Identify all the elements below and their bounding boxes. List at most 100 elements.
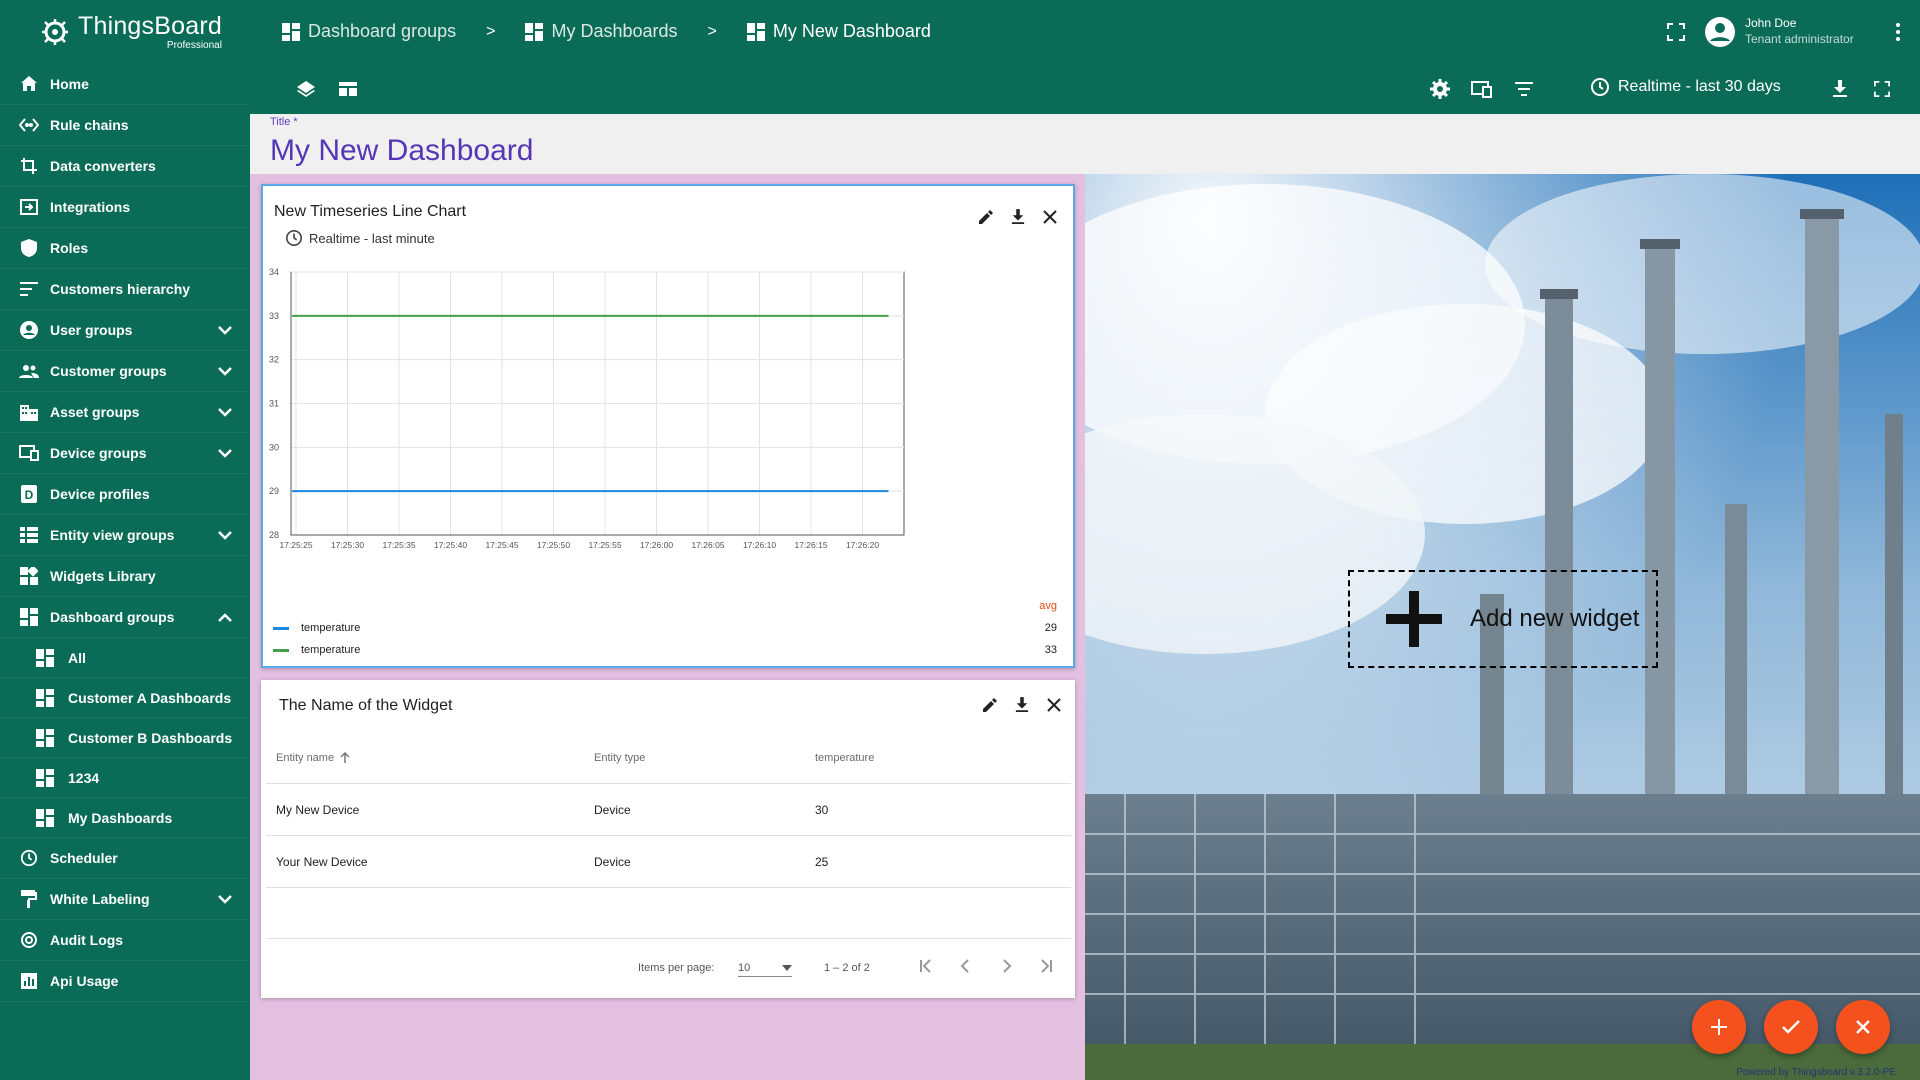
legend-swatch	[273, 648, 289, 652]
title-field[interactable]: Title * My New Dashboard	[250, 114, 1920, 174]
x-tick-label: 17:26:15	[794, 540, 827, 550]
chevron-down-icon[interactable]	[218, 363, 234, 379]
sidebar-item-home[interactable]: Home	[0, 64, 250, 105]
sidebar-item-rule-chains[interactable]: Rule chains	[0, 105, 250, 146]
chevron-down-icon[interactable]	[218, 891, 234, 907]
cancel-fab[interactable]	[1836, 1000, 1890, 1054]
x-tick-label: 17:25:40	[434, 540, 467, 550]
sidebar-item-roles[interactable]: Roles	[0, 228, 250, 269]
sidebar-item-white-labeling[interactable]: White Labeling	[0, 879, 250, 920]
sidebar-item-label: White Labeling	[50, 891, 150, 907]
prev-page-icon[interactable]	[958, 958, 974, 977]
first-page-icon[interactable]	[918, 958, 934, 977]
edit-icon[interactable]	[979, 694, 1001, 716]
more-vert-icon[interactable]	[1886, 20, 1910, 44]
user-role: Tenant administrator	[1745, 32, 1854, 46]
sidebar-item-scheduler[interactable]: Scheduler	[0, 838, 250, 879]
settings-icon[interactable]	[1428, 77, 1452, 101]
layers-icon[interactable]	[294, 77, 318, 101]
sidebar-item-customer-b-dashboards[interactable]: Customer B Dashboards	[0, 718, 250, 758]
column-header-temperature[interactable]: temperature	[815, 752, 874, 764]
sidebar-item-widgets-library[interactable]: Widgets Library	[0, 556, 250, 597]
powered-by-footer[interactable]: Powered by Thingsboard v.3.2.0-PE	[1736, 1067, 1896, 1078]
y-tick-label: 33	[269, 311, 279, 321]
sidebar-item-user-groups[interactable]: User groups	[0, 310, 250, 351]
column-header-entity-type[interactable]: Entity type	[594, 752, 645, 764]
close-icon[interactable]	[1043, 694, 1065, 716]
sidebar-item-api-usage[interactable]: Api Usage	[0, 961, 250, 1002]
sidebar-item-audit-logs[interactable]: Audit Logs	[0, 920, 250, 961]
save-fab[interactable]	[1764, 1000, 1818, 1054]
sidebar-item-1234[interactable]: 1234	[0, 758, 250, 798]
dashboard-icon	[746, 22, 765, 41]
sidebar-item-label: My Dashboards	[68, 809, 173, 826]
title-field-value[interactable]: My New Dashboard	[270, 134, 533, 168]
cell-entity-name: My New Device	[276, 803, 360, 817]
download-icon[interactable]	[1828, 77, 1852, 101]
chevron-down-icon[interactable]	[218, 445, 234, 461]
devices-icon[interactable]	[1470, 77, 1494, 101]
chevron-down-icon[interactable]	[218, 322, 234, 338]
y-tick-label: 30	[269, 442, 279, 452]
sidebar-item-asset-groups[interactable]: Asset groups	[0, 392, 250, 433]
last-page-icon[interactable]	[1038, 958, 1054, 977]
legend-header-avg: avg	[1039, 600, 1057, 612]
widget-title: The Name of the Widget	[279, 697, 453, 714]
sidebar-item-label: Widgets Library	[50, 568, 156, 584]
sidebar-item-dashboard-groups[interactable]: Dashboard groups	[0, 597, 250, 638]
timewindow-button[interactable]: Realtime - last 30 days	[1590, 77, 1781, 97]
sidebar-item-integrations[interactable]: Integrations	[0, 187, 250, 228]
sidebar-item-label: Customer groups	[50, 363, 167, 379]
legend-label: temperature	[301, 644, 361, 656]
chevron-down-icon[interactable]	[218, 527, 234, 543]
column-header-entity-name[interactable]: Entity name	[276, 752, 350, 764]
sidebar: ThingsBoard Professional Home Rule chains…	[0, 0, 250, 1080]
sidebar-item-device-profiles[interactable]: D Device profiles	[0, 474, 250, 515]
add-widget-fab[interactable]	[1692, 1000, 1746, 1054]
sidebar-item-entity-view-groups[interactable]: Entity view groups	[0, 515, 250, 556]
next-page-icon[interactable]	[998, 958, 1014, 977]
sidebar-item-device-groups[interactable]: Device groups	[0, 433, 250, 474]
items-per-page-select[interactable]: 10	[738, 959, 792, 977]
x-tick-label: 17:26:05	[691, 540, 724, 550]
filter-icon[interactable]	[1512, 77, 1536, 101]
sidebar-item-customer-a-dashboards[interactable]: Customer A Dashboards	[0, 678, 250, 718]
column-header-label: Entity name	[276, 752, 335, 764]
timeseries-chart-widget[interactable]: New Timeseries Line Chart Realtime - las…	[261, 184, 1075, 668]
chevron-down-icon[interactable]	[218, 404, 234, 420]
customer-icon	[18, 360, 40, 382]
sidebar-item-all[interactable]: All	[0, 638, 250, 678]
legend-item[interactable]: temperature 33	[273, 644, 1063, 656]
items-per-page-label: Items per page:	[638, 962, 715, 974]
fullscreen-icon[interactable]	[1870, 77, 1894, 101]
breadcrumb-my-dashboards[interactable]: My Dashboards	[551, 21, 677, 42]
user-info[interactable]: John Doe Tenant administrator	[1745, 15, 1854, 47]
check-icon	[1782, 1020, 1800, 1034]
legend-item[interactable]: temperature 29	[273, 622, 1063, 634]
table-row[interactable]: My New Device Device 30	[266, 784, 1071, 836]
layout-icon[interactable]	[336, 77, 360, 101]
sidebar-item-customer-groups[interactable]: Customer groups	[0, 351, 250, 392]
logo[interactable]: ThingsBoard Professional	[0, 0, 250, 64]
sidebar-item-label: Scheduler	[50, 850, 118, 866]
add-new-widget-button[interactable]: Add new widget	[1348, 570, 1658, 668]
fullscreen-icon[interactable]	[1664, 20, 1688, 44]
entity-view-icon	[18, 524, 40, 546]
sidebar-item-my-dashboards[interactable]: My Dashboards	[0, 798, 250, 838]
plus-icon	[1386, 591, 1442, 647]
asset-icon	[18, 401, 40, 423]
entities-table-widget[interactable]: The Name of the Widget Entity name Entit…	[261, 680, 1075, 998]
user-avatar[interactable]	[1704, 16, 1736, 53]
table-row[interactable]: Your New Device Device 25	[266, 836, 1071, 888]
sidebar-item-customers-hierarchy[interactable]: Customers hierarchy	[0, 269, 250, 310]
sidebar-item-label: Customer A Dashboards	[68, 689, 232, 706]
legend-value: 29	[1044, 622, 1057, 634]
logo-name: ThingsBoard	[78, 11, 222, 40]
chevron-up-icon[interactable]	[218, 609, 234, 625]
dashboard-icon	[525, 22, 544, 41]
breadcrumb-dashboard-groups[interactable]: Dashboard groups	[308, 21, 456, 42]
y-tick-label: 34	[269, 267, 279, 277]
sidebar-item-data-converters[interactable]: Data converters	[0, 146, 250, 187]
download-icon[interactable]	[1011, 694, 1033, 716]
clock-icon	[1591, 78, 1609, 96]
